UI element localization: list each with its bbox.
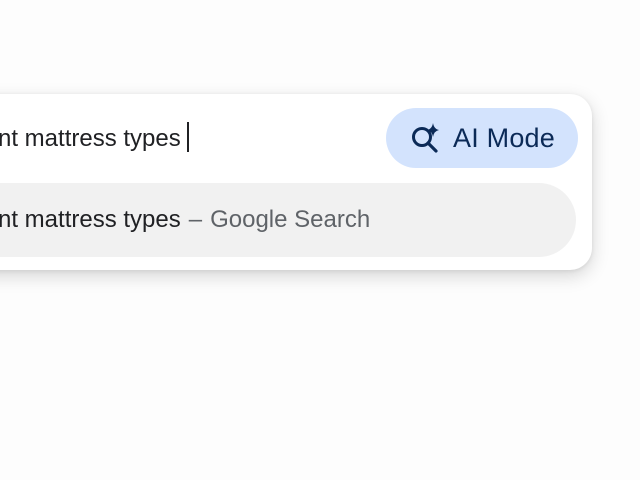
text-caret bbox=[186, 122, 189, 152]
query-text: nt mattress types bbox=[0, 125, 181, 152]
page: nt mattress types AI Mode nt mattress ty… bbox=[0, 0, 640, 480]
omnibox-dropdown: nt mattress types AI Mode nt mattress ty… bbox=[0, 94, 592, 270]
omnibox-input[interactable]: nt mattress types bbox=[0, 122, 189, 155]
ai-mode-button[interactable]: AI Mode bbox=[386, 108, 578, 168]
suggestion-separator: – bbox=[188, 206, 203, 233]
omnibox-input-row[interactable]: nt mattress types AI Mode bbox=[0, 108, 580, 168]
suggestion-item[interactable]: nt mattress types – Google Search bbox=[0, 183, 576, 257]
suggestion-query: nt mattress types bbox=[0, 206, 181, 233]
ai-mode-label: AI Mode bbox=[453, 122, 555, 153]
suggestion-source: Google Search bbox=[210, 206, 371, 233]
suggestion-text: nt mattress types – Google Search bbox=[0, 204, 370, 236]
search-sparkle-icon bbox=[409, 121, 443, 155]
